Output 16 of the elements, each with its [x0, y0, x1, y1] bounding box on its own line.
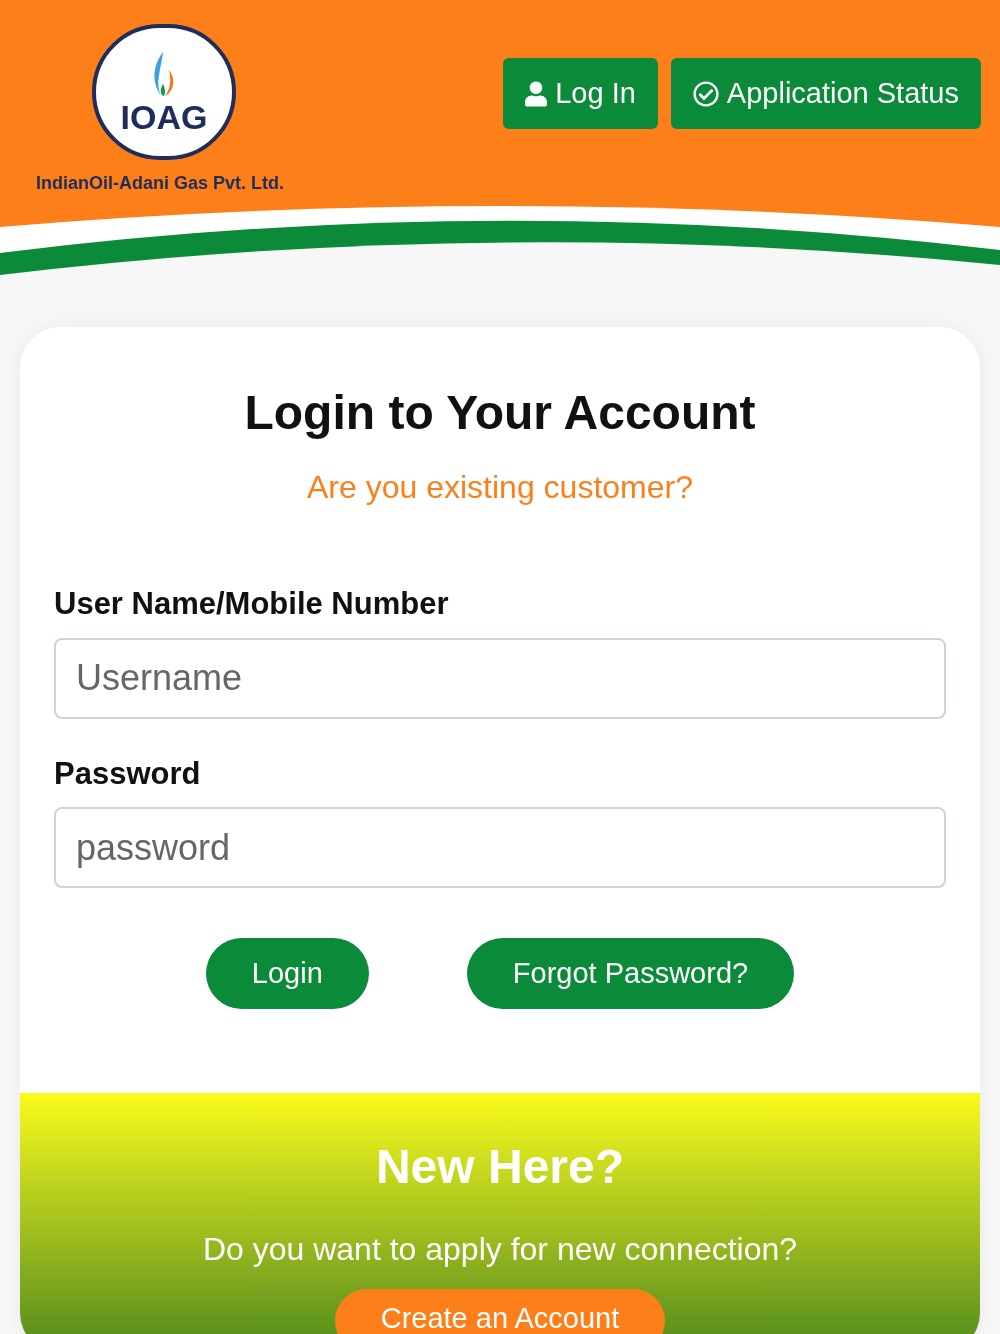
field-label: Password — [54, 754, 202, 793]
signup-title: New Here? — [375, 1139, 625, 1195]
signup-text: Do you want to apply for new connection? — [202, 1230, 798, 1269]
application-status-button[interactable]: Application Status — [670, 58, 981, 129]
logo-text: IOAG — [120, 100, 208, 134]
forgot-password-button[interactable]: Forgot Password? — [466, 938, 795, 1009]
username-field[interactable]: Username — [54, 637, 946, 719]
user-icon — [525, 80, 548, 107]
header-log-in-button[interactable]: Log In — [503, 58, 658, 129]
login-submit-button[interactable]: Login — [205, 938, 369, 1009]
company-name: IndianOil-Adani Gas Pvt. Ltd. — [36, 172, 285, 195]
field-label: User Name/Mobile Number — [54, 585, 450, 623]
login-subtitle: Are you existing customer? — [307, 468, 693, 507]
login-title: Login to Your Account — [244, 385, 756, 441]
password-field[interactable]: password — [54, 807, 946, 888]
create-account-button[interactable]: Create an Account — [334, 1289, 666, 1334]
